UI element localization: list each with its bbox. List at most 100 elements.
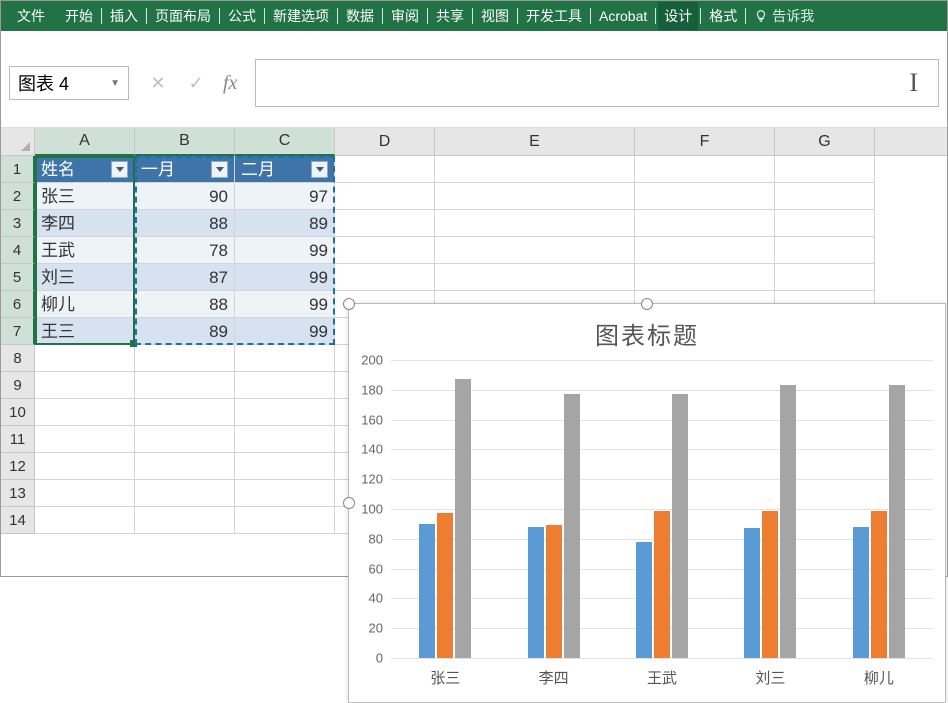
cell[interactable]: 99 xyxy=(235,237,335,264)
tab-dev[interactable]: 开发工具 xyxy=(520,2,588,30)
row-header[interactable]: 11 xyxy=(1,426,35,453)
row-header[interactable]: 5 xyxy=(1,264,35,291)
row-header[interactable]: 6 xyxy=(1,291,35,318)
tab-design[interactable]: 设计 xyxy=(658,2,698,30)
cell[interactable]: 刘三 xyxy=(35,264,135,291)
cell[interactable]: 张三 xyxy=(35,183,135,210)
bar-group[interactable] xyxy=(716,360,824,658)
fx-icon[interactable]: fx xyxy=(223,72,237,95)
y-tick-label: 20 xyxy=(369,621,383,636)
tab-home[interactable]: 开始 xyxy=(59,2,99,30)
row-header[interactable]: 8 xyxy=(1,345,35,372)
bar-合计[interactable] xyxy=(564,394,580,658)
tab-file[interactable]: 文件 xyxy=(7,2,59,30)
bar-一月[interactable] xyxy=(419,524,435,658)
cancel-icon[interactable]: ✕ xyxy=(147,73,169,94)
tab-review[interactable]: 审阅 xyxy=(385,2,425,30)
bar-合计[interactable] xyxy=(889,385,905,658)
bar-合计[interactable] xyxy=(780,385,796,658)
bar-一月[interactable] xyxy=(853,527,869,658)
bar-group[interactable] xyxy=(391,360,499,658)
chevron-down-icon: ▼ xyxy=(110,78,120,89)
cell[interactable]: 89 xyxy=(135,318,235,345)
cell[interactable]: 99 xyxy=(235,318,335,345)
row-header[interactable]: 4 xyxy=(1,237,35,264)
bar-合计[interactable] xyxy=(455,379,471,658)
bar-二月[interactable] xyxy=(654,511,670,659)
row-header[interactable]: 10 xyxy=(1,399,35,426)
col-header-E[interactable]: E xyxy=(435,128,635,155)
filter-icon[interactable] xyxy=(211,161,228,178)
cell[interactable]: 78 xyxy=(135,237,235,264)
cell[interactable]: 李四 xyxy=(35,210,135,237)
cell[interactable]: 88 xyxy=(135,291,235,318)
tab-insert[interactable]: 插入 xyxy=(104,2,144,30)
bar-二月[interactable] xyxy=(437,513,453,658)
col-header-G[interactable]: G xyxy=(775,128,875,155)
col-header-F[interactable]: F xyxy=(635,128,775,155)
row-header[interactable]: 12 xyxy=(1,453,35,480)
bar-二月[interactable] xyxy=(546,525,562,658)
chart-object[interactable]: 图表标题 020406080100120140160180200 张三李四王武刘… xyxy=(348,303,946,703)
tab-newoption[interactable]: 新建选项 xyxy=(267,2,335,30)
row-header[interactable]: 14 xyxy=(1,507,35,534)
filter-icon[interactable] xyxy=(311,161,328,178)
bar-二月[interactable] xyxy=(871,511,887,659)
x-tick-label: 李四 xyxy=(499,667,607,688)
bar-合计[interactable] xyxy=(672,394,688,658)
col-header-A[interactable]: A xyxy=(35,128,135,156)
bar-group[interactable] xyxy=(499,360,607,658)
name-box[interactable]: 图表 4 ▼ xyxy=(9,66,129,100)
column-headers: A B C D E F G xyxy=(1,128,947,156)
row-header[interactable]: 1 xyxy=(1,156,35,183)
tab-view[interactable]: 视图 xyxy=(475,2,515,30)
enter-icon[interactable]: ✓ xyxy=(185,73,207,94)
bar-group[interactable] xyxy=(608,360,716,658)
table-header-m1[interactable]: 一月 xyxy=(135,156,235,183)
cell[interactable]: 99 xyxy=(235,291,335,318)
cell[interactable]: 90 xyxy=(135,183,235,210)
row-header[interactable]: 9 xyxy=(1,372,35,399)
tab-layout[interactable]: 页面布局 xyxy=(149,2,217,30)
y-tick-label: 100 xyxy=(361,502,383,517)
tell-me[interactable]: 告诉我 xyxy=(748,2,820,30)
table-header-name[interactable]: 姓名 xyxy=(35,156,135,183)
row-header[interactable]: 2 xyxy=(1,183,35,210)
select-all-corner[interactable] xyxy=(1,128,35,155)
row-header[interactable]: 7 xyxy=(1,318,35,345)
plot-area[interactable] xyxy=(391,360,933,658)
cell[interactable]: 87 xyxy=(135,264,235,291)
cell[interactable]: 88 xyxy=(135,210,235,237)
cell[interactable]: 99 xyxy=(235,264,335,291)
row-header[interactable]: 3 xyxy=(1,210,35,237)
col-header-C[interactable]: C xyxy=(235,128,335,156)
col-header-D[interactable]: D xyxy=(335,128,435,155)
x-tick-label: 柳儿 xyxy=(825,667,933,688)
y-axis: 020406080100120140160180200 xyxy=(349,360,389,658)
bar-一月[interactable] xyxy=(636,542,652,658)
bar-group[interactable] xyxy=(825,360,933,658)
tab-share[interactable]: 共享 xyxy=(430,2,470,30)
cell[interactable]: 89 xyxy=(235,210,335,237)
row-header[interactable]: 13 xyxy=(1,480,35,507)
cell[interactable]: 97 xyxy=(235,183,335,210)
resize-handle[interactable] xyxy=(343,298,355,310)
resize-handle[interactable] xyxy=(641,298,653,310)
col-header-B[interactable]: B xyxy=(135,128,235,156)
bulb-icon xyxy=(754,9,768,23)
cell[interactable]: 王三 xyxy=(35,318,135,345)
cell[interactable]: 柳儿 xyxy=(35,291,135,318)
table-header-m2[interactable]: 二月 xyxy=(235,156,335,183)
formula-bar-row: 图表 4 ▼ ✕ ✓ fx I xyxy=(1,31,947,128)
tab-data[interactable]: 数据 xyxy=(340,2,380,30)
chart-title[interactable]: 图表标题 xyxy=(349,316,945,351)
cell[interactable]: 王武 xyxy=(35,237,135,264)
tab-acrobat[interactable]: Acrobat xyxy=(593,4,653,28)
bar-一月[interactable] xyxy=(744,528,760,658)
tab-formula[interactable]: 公式 xyxy=(222,2,262,30)
formula-bar[interactable]: I xyxy=(255,59,939,107)
tab-format[interactable]: 格式 xyxy=(703,2,743,30)
filter-icon[interactable] xyxy=(111,161,128,178)
bar-一月[interactable] xyxy=(528,527,544,658)
bar-二月[interactable] xyxy=(762,511,778,659)
